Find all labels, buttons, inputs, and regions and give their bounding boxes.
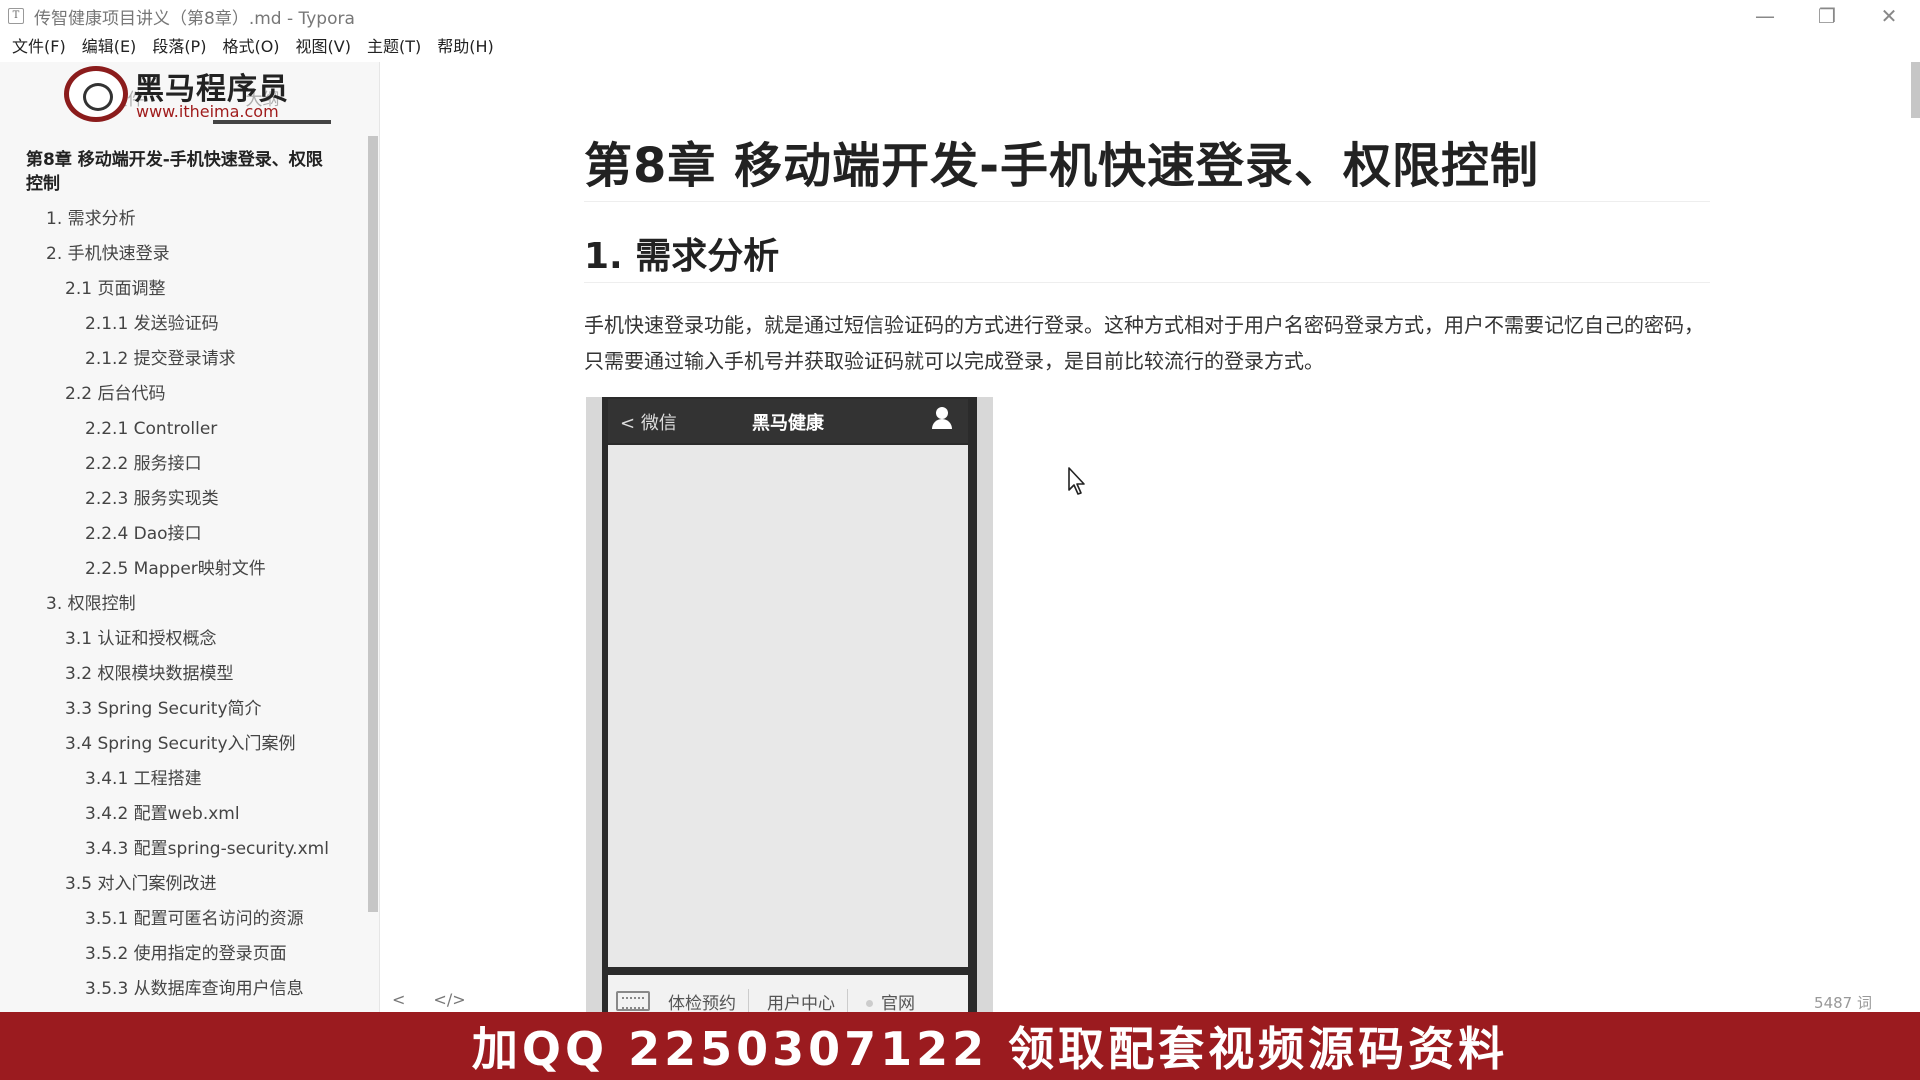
outline-item[interactable]: 3.2 权限模块数据模型 [0, 657, 370, 692]
source-code-icon[interactable]: </> [433, 990, 465, 1009]
outline-item[interactable]: 3.5.3 从数据库查询用户信息 [0, 972, 370, 1007]
outline-item[interactable]: 2.1.1 发送验证码 [0, 307, 370, 342]
outline-item[interactable]: 2.1 页面调整 [0, 272, 370, 307]
logo-url: www.itheima.com [136, 102, 279, 121]
menu-help[interactable]: 帮助(H) [429, 32, 502, 62]
dot-icon [866, 1000, 873, 1007]
outline-item[interactable]: 3.4 Spring Security入门案例 [0, 727, 370, 762]
doc-paragraph: 手机快速登录功能，就是通过短信验证码的方式进行登录。这种方式相对于用户名密码登录… [584, 313, 1704, 373]
window-title: 传智健康项目讲义（第8章）.md - Typora [34, 8, 355, 29]
outline-item[interactable]: 3.5.2 使用指定的登录页面 [0, 937, 370, 972]
outline-item[interactable]: 3.5 对入门案例改进 [0, 867, 370, 902]
logo-emblem-icon [64, 66, 128, 122]
phone-tab: 官网 [866, 989, 927, 1013]
phone-tab: 体检预约 [668, 988, 749, 1012]
keyboard-icon [616, 991, 650, 1011]
outline-item[interactable]: 第8章 移动端开发-手机快速登录、权限控制 [0, 142, 370, 202]
outline-item[interactable]: 2.2.3 服务实现类 [0, 482, 370, 517]
menu-view[interactable]: 视图(V) [288, 32, 359, 62]
editor-pane[interactable]: 第8章 移动端开发-手机快速登录、权限控制 1. 需求分析 手机快速登录功能，就… [381, 62, 1908, 1012]
menu-paragraph[interactable]: 段落(P) [144, 32, 214, 62]
outline-item[interactable]: 1. 需求分析 [0, 202, 370, 237]
editor-scrollbar[interactable] [1911, 62, 1920, 118]
chevron-left-icon[interactable]: < [392, 990, 405, 1009]
outline-item[interactable]: 2.2.1 Controller [0, 412, 370, 447]
outline-item[interactable]: 2.2.5 Mapper映射文件 [0, 552, 370, 587]
outline-item[interactable]: 3.4.3 配置spring-security.xml [0, 832, 370, 867]
menu-theme[interactable]: 主题(T) [359, 32, 429, 62]
word-count[interactable]: 5487 词 [1814, 992, 1872, 1013]
phone-screenshot-image: < 微信 黑马健康 体检预约 用户中心 官网 [586, 397, 993, 1012]
phone-tab-label: 官网 [881, 993, 915, 1013]
heading-divider [584, 201, 1710, 202]
outline-item[interactable]: 3.4.2 配置web.xml [0, 797, 370, 832]
doc-heading-1: 第8章 移动端开发-手机快速登录、权限控制 [584, 138, 1540, 194]
outline-item[interactable]: 2.2.4 Dao接口 [0, 517, 370, 552]
outline-item[interactable]: 3. 权限控制 [0, 587, 370, 622]
title-bar: T 传智健康项目讲义（第8章）.md - Typora — ❐ ✕ [0, 0, 1920, 32]
outline-item[interactable]: 2.2.2 服务接口 [0, 447, 370, 482]
outline-item[interactable]: 3.4.1 工程搭建 [0, 762, 370, 797]
phone-title: 黑马健康 [752, 413, 824, 434]
watermark-logo: 黑马程序员 www.itheima.com [60, 64, 320, 124]
outline-item[interactable]: 2. 手机快速登录 [0, 237, 370, 272]
status-bar-left: < </> [392, 990, 466, 1009]
phone-footer: 体检预约 用户中心 官网 [608, 975, 968, 1012]
typora-app-icon: T [8, 8, 24, 24]
menu-format[interactable]: 格式(O) [214, 32, 287, 62]
outline-item[interactable]: 3.1 认证和授权概念 [0, 622, 370, 657]
phone-tab: 用户中心 [767, 988, 848, 1012]
outline-item[interactable]: 3.3 Spring Security简介 [0, 692, 370, 727]
heading-divider [584, 282, 1710, 283]
promo-banner-text: 加QQ 2250307122 领取配套视频源码资料 [471, 1022, 1509, 1076]
sidebar-scrollbar[interactable] [368, 136, 378, 912]
menu-bar: 文件(F) 编辑(E) 段落(P) 格式(O) 视图(V) 主题(T) 帮助(H… [0, 32, 1920, 62]
menu-file[interactable]: 文件(F) [4, 32, 74, 62]
menu-edit[interactable]: 编辑(E) [74, 32, 145, 62]
outline-list: 第8章 移动端开发-手机快速登录、权限控制 1. 需求分析 2. 手机快速登录 … [0, 142, 370, 1007]
window-controls: — ❐ ✕ [1734, 0, 1920, 32]
sidebar: 文件 大纲 黑马程序员 www.itheima.com 第8章 移动端开发-手机… [0, 62, 380, 1012]
outline-item[interactable]: 2.1.2 提交登录请求 [0, 342, 370, 377]
user-icon [930, 407, 954, 433]
mouse-cursor-icon [1068, 467, 1085, 495]
outline-item[interactable]: 3.5.1 配置可匿名访问的资源 [0, 902, 370, 937]
doc-heading-2: 1. 需求分析 [584, 236, 780, 277]
promo-banner: 加QQ 2250307122 领取配套视频源码资料 [0, 1012, 1920, 1080]
minimize-button[interactable]: — [1734, 0, 1796, 32]
phone-body [608, 445, 968, 967]
restore-button[interactable]: ❐ [1796, 0, 1858, 32]
outline-item[interactable]: 2.2 后台代码 [0, 377, 370, 412]
phone-header: < 微信 黑马健康 [608, 399, 968, 443]
close-button[interactable]: ✕ [1858, 0, 1920, 32]
